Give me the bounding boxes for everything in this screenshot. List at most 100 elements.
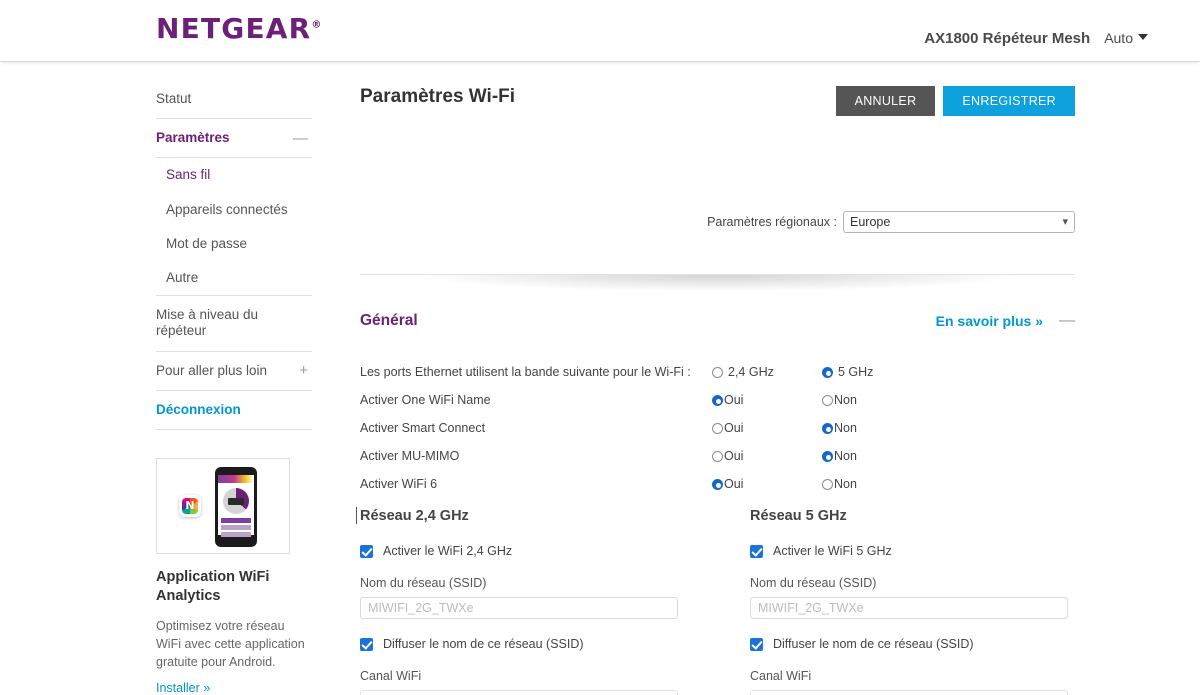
wifi-analytics-promo-card[interactable]: N Application WiFi Analytics Optimisez v…	[156, 457, 312, 695]
sidebar-item-mot-de-passe[interactable]: Mot de passe	[156, 227, 312, 261]
general-settings-rows: Les ports Ethernet utilisent la bande su…	[360, 358, 1060, 498]
expand-plus-icon[interactable]: +	[299, 363, 312, 378]
sidebar-item-label: Déconnexion	[156, 401, 241, 417]
sidebar-item-label: Sans fil	[166, 167, 211, 183]
promo-title: Application WiFi Analytics	[156, 568, 270, 605]
radio-option-non[interactable]: Non	[822, 477, 857, 491]
sidebar-item-appareils-connectes[interactable]: Appareils connectés	[156, 193, 312, 227]
phone-mockup-icon	[215, 466, 257, 547]
sidebar-item-label: Appareils connectés	[166, 201, 288, 217]
radio-option-oui[interactable]: Oui	[712, 477, 822, 491]
checkbox-label: Diffuser le nom de ce réseau (SSID)	[383, 637, 584, 651]
sidebar-item-label: Mot de passe	[166, 235, 248, 251]
general-section-header: Général En savoir plus » —	[360, 312, 1075, 330]
network-24ghz-column: Réseau 2,4 GHz Activer le WiFi 2,4 GHz N…	[356, 507, 680, 695]
setting-row-mu-mimo: Activer MU-MIMO Oui Non	[360, 442, 1060, 470]
network-columns: Réseau 2,4 GHz Activer le WiFi 2,4 GHz N…	[356, 507, 1075, 695]
sidebar-item-autre[interactable]: Autre	[156, 261, 312, 295]
locale-select-value: Europe	[850, 215, 891, 229]
radio-icon-selected	[712, 478, 723, 490]
broadcast-ssid-5ghz-checkbox[interactable]: Diffuser le nom de ce réseau (SSID)	[750, 637, 1070, 651]
learn-more-link[interactable]: En savoir plus »	[936, 313, 1043, 329]
page-body: Statut Paramètres — Sans fil Appareils c…	[0, 62, 1200, 695]
setting-row-ethernet-band: Les ports Ethernet utilisent la bande su…	[360, 358, 1060, 386]
logo-registered-mark: ®	[311, 19, 322, 31]
setting-label: Activer One WiFi Name	[360, 393, 491, 407]
phone-gauge-icon	[223, 487, 249, 514]
radio-option-oui[interactable]: Oui	[712, 449, 822, 463]
sidebar-item-label: Autre	[166, 269, 199, 285]
app-header: NETGEAR® AX1800 Répéteur Mesh Auto	[0, 0, 1200, 62]
radio-icon-selected	[822, 450, 833, 462]
checkbox-checked-icon	[750, 544, 763, 558]
radio-option-non[interactable]: Non	[822, 449, 857, 463]
phone-topbar	[218, 474, 254, 483]
radio-option-label: Oui	[724, 393, 744, 407]
section-title: Général	[360, 312, 418, 329]
save-button[interactable]: ENREGISTRER	[943, 86, 1075, 116]
collapse-minus-icon[interactable]: —	[1059, 313, 1075, 329]
phone-bar	[221, 517, 251, 523]
sidebar-item-label: Pour aller plus loin	[156, 362, 268, 378]
network-24ghz-title: Réseau 2,4 GHz	[356, 507, 680, 524]
radio-option-non[interactable]: Non	[822, 393, 857, 407]
netgear-logo: NETGEAR®	[156, 15, 321, 43]
setting-label: Les ports Ethernet utilisent la bande su…	[360, 365, 691, 379]
radio-icon-selected	[822, 366, 833, 378]
sidebar-item-parametres[interactable]: Paramètres —	[156, 119, 312, 159]
checkbox-checked-icon	[360, 637, 373, 651]
sidebar-item-statut[interactable]: Statut	[156, 80, 312, 120]
radio-option-5ghz[interactable]: 5 GHz	[822, 365, 873, 379]
sidebar-item-sans-fil[interactable]: Sans fil	[156, 158, 312, 192]
radio-option-label: Non	[834, 477, 857, 491]
radio-icon-selected	[712, 394, 723, 406]
radio-option-label: Non	[834, 421, 857, 435]
enable-wifi-5ghz-checkbox[interactable]: Activer le WiFi 5 GHz	[750, 544, 1070, 558]
collapse-minus-icon[interactable]: —	[293, 131, 312, 146]
sidebar: Statut Paramètres — Sans fil Appareils c…	[0, 62, 312, 695]
network-5ghz-title: Réseau 5 GHz	[750, 508, 847, 524]
promo-image: N	[156, 457, 290, 554]
broadcast-ssid-24ghz-checkbox[interactable]: Diffuser le nom de ce réseau (SSID)	[360, 637, 680, 651]
radio-option-oui[interactable]: Oui	[712, 421, 822, 435]
radio-option-24ghz[interactable]: 2,4 GHz	[712, 365, 822, 379]
radio-icon	[822, 478, 833, 490]
promo-install-link[interactable]: Installer »	[156, 681, 210, 695]
radio-icon	[822, 394, 833, 406]
ssid-input-5ghz[interactable]: MIWIFI_2G_TWXe	[750, 597, 1068, 619]
checkbox-label: Activer le WiFi 5 GHz	[773, 544, 892, 558]
phone-row	[221, 531, 251, 537]
enable-wifi-24ghz-checkbox[interactable]: Activer le WiFi 2,4 GHz	[360, 544, 680, 558]
mode-dropdown-label: Auto	[1104, 30, 1133, 46]
locale-row: Paramètres régionaux : Europe ▾	[707, 211, 1075, 233]
sidebar-item-label: Statut	[156, 91, 192, 106]
sidebar-item-deconnexion[interactable]: Déconnexion	[156, 391, 312, 430]
promo-description: Optimisez votre réseau WiFi avec cette a…	[156, 619, 305, 670]
radio-option-label: Oui	[724, 449, 744, 463]
radio-icon	[712, 450, 723, 462]
locale-select[interactable]: Europe ▾	[843, 211, 1075, 233]
section-header-right: En savoir plus » —	[936, 313, 1075, 330]
ssid-input-24ghz[interactable]: MIWIFI_2G_TWXe	[360, 597, 678, 619]
radio-option-label: 5 GHz	[838, 365, 874, 379]
checkbox-checked-icon	[750, 637, 763, 651]
setting-row-wifi6: Activer WiFi 6 Oui Non	[360, 470, 1060, 498]
setting-label: Activer Smart Connect	[360, 421, 486, 435]
radio-option-label: Non	[834, 449, 857, 463]
channel-select-24ghz[interactable]: Automatique ▾	[360, 690, 678, 695]
radio-option-non[interactable]: Non	[822, 421, 857, 435]
sidebar-item-label: Paramètres	[156, 130, 230, 146]
channel-select-5ghz[interactable]: 36 ▾	[750, 690, 1068, 695]
cancel-button[interactable]: ANNULER	[835, 86, 936, 116]
action-buttons: ANNULER ENREGISTRER	[835, 86, 1075, 116]
sidebar-item-mise-a-niveau[interactable]: Mise à niveau du répéteur	[156, 296, 312, 352]
logo-text: NETGEAR	[156, 12, 312, 45]
mode-dropdown[interactable]: Auto	[1104, 30, 1148, 46]
radio-option-oui[interactable]: Oui	[712, 393, 822, 407]
chevron-down-icon	[1138, 34, 1148, 40]
setting-label: Activer MU-MIMO	[360, 449, 460, 463]
sidebar-item-pour-aller-plus-loin[interactable]: Pour aller plus loin +	[156, 352, 312, 391]
channel-label-5ghz: Canal WiFi	[750, 669, 812, 683]
ssid-label-24ghz: Nom du réseau (SSID)	[360, 576, 487, 590]
app-icon-letter: N	[185, 498, 195, 512]
